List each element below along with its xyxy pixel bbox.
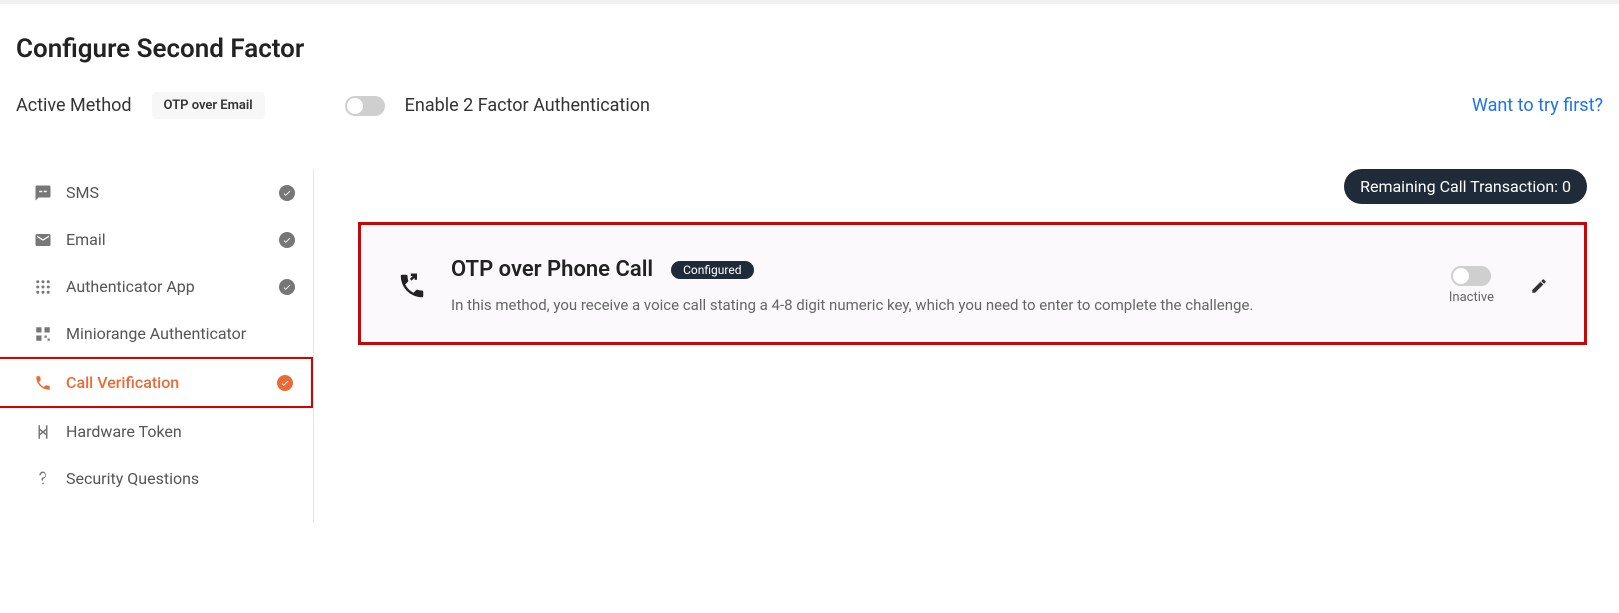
sidebar-item-label: Call Verification (66, 373, 263, 392)
check-icon (279, 279, 295, 295)
check-icon (279, 232, 295, 248)
sms-icon (34, 184, 52, 202)
sidebar-item-label: SMS (66, 183, 265, 202)
sidebar-item-security-questions[interactable]: Security Questions (16, 455, 313, 502)
hardware-token-icon (34, 423, 52, 441)
check-icon (279, 185, 295, 201)
question-icon (34, 470, 52, 488)
sidebar-item-email[interactable]: Email (16, 216, 313, 263)
sidebar-item-authenticator-app[interactable]: Authenticator App (16, 263, 313, 310)
sidebar-item-hardware-token[interactable]: Hardware Token (16, 408, 313, 455)
check-icon (277, 375, 293, 391)
sidebar-item-label: Miniorange Authenticator (66, 324, 295, 343)
enable-2fa-label: Enable 2 Factor Authentication (405, 95, 650, 116)
main-panel: Remaining Call Transaction: 0 OTP over P… (358, 169, 1603, 522)
active-method-badge: OTP over Email (152, 92, 265, 119)
sidebar-item-label: Authenticator App (66, 277, 265, 296)
method-status-text: Inactive (1449, 290, 1494, 305)
active-method-label: Active Method (16, 95, 132, 116)
sidebar-item-call-verification[interactable]: Call Verification (0, 357, 313, 408)
page-title: Configure Second Factor (16, 34, 1603, 64)
remaining-transactions-badge: Remaining Call Transaction: 0 (1344, 169, 1587, 204)
header-row: Active Method OTP over Email Enable 2 Fa… (16, 92, 1603, 119)
email-icon (34, 231, 52, 249)
qr-icon (34, 325, 52, 343)
method-description: In this method, you receive a voice call… (451, 296, 1425, 314)
sidebar-item-label: Hardware Token (66, 422, 295, 441)
method-card: OTP over Phone Call Configured In this m… (358, 222, 1587, 345)
try-first-link[interactable]: Want to try first? (1472, 95, 1603, 116)
sidebar: SMS Email Authenticator App (16, 169, 314, 522)
enable-2fa-toggle[interactable] (345, 96, 385, 116)
sidebar-item-label: Email (66, 230, 265, 249)
phone-icon (34, 374, 52, 392)
phone-call-icon (397, 271, 427, 301)
method-active-toggle[interactable] (1451, 266, 1491, 286)
configured-badge: Configured (671, 261, 753, 279)
method-title: OTP over Phone Call (451, 257, 653, 282)
sidebar-item-miniorange-authenticator[interactable]: Miniorange Authenticator (16, 310, 313, 357)
sidebar-item-label: Security Questions (66, 469, 295, 488)
sidebar-item-sms[interactable]: SMS (16, 169, 313, 216)
edit-icon[interactable] (1530, 277, 1548, 295)
grid-icon (34, 278, 52, 296)
